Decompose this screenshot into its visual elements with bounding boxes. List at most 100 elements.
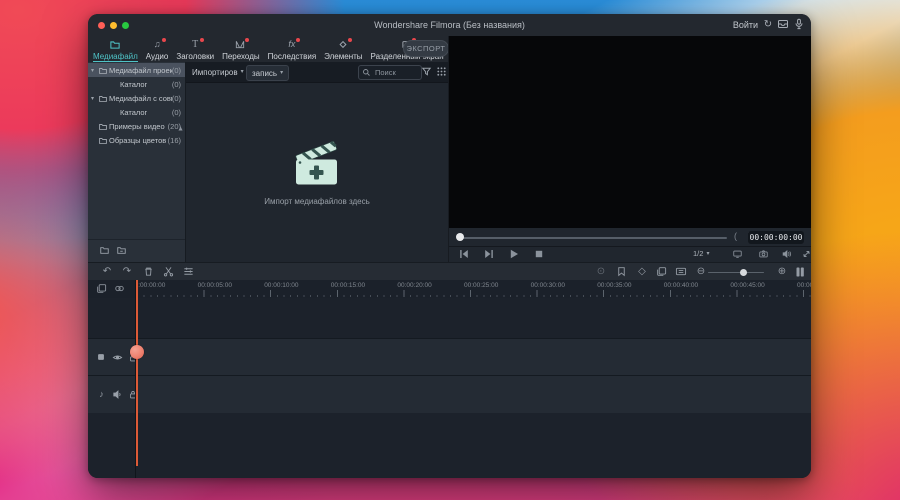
tab-label: Заголовки [176,52,215,61]
import-label: Импортиров [192,67,238,77]
export-button[interactable]: ЭКСПОРТ [403,40,449,57]
video-track-icon [96,352,107,363]
playhead[interactable] [136,280,138,466]
link-icon[interactable] [114,283,125,294]
tab-label: Медиафайл [93,52,138,61]
sidebar-collapse-icon[interactable]: ◂ [177,126,186,130]
sidebar-footer [88,239,185,262]
sidebar-item-label: Медиафайл с совме... [109,93,172,103]
grid-view-icon[interactable] [436,66,448,78]
media-panel: Импортиров ▾ запись ▾ Поиск Импорт медиа… [186,62,448,262]
add-folder-icon[interactable] [99,245,110,255]
mark-in-icon[interactable]: ( [734,231,737,241]
ruler-timestamp: 00:00 [797,282,811,289]
notification-badge [245,38,250,42]
record-dropdown[interactable]: запись ▾ [246,65,290,81]
sidebar-item[interactable]: Каталог (0) [88,105,185,119]
import-dropdown[interactable]: Импортиров ▾ [192,65,244,79]
dual-monitor-icon[interactable] [732,249,743,259]
timeline-ruler[interactable]: 00:00:00:00 00:00:05:00 00:00:10:00 00:00:1… [88,280,811,299]
sync-icon[interactable]: ↻ [761,18,775,32]
video-track[interactable] [88,338,811,377]
folder-icon [98,66,109,75]
audio-track[interactable]: ♪ [88,375,811,414]
tab-titles[interactable]: T Заголовки [176,36,214,61]
timeline-zoom-handle[interactable] [740,268,747,276]
tab-audio[interactable]: ♫ Аудио [146,36,168,61]
sidebar-item[interactable]: Примеры видео (20) [88,119,185,133]
sidebar-item-label: Примеры видео [109,121,165,131]
keyframe-icon[interactable]: ◇ [636,266,648,278]
play-button[interactable] [509,249,520,259]
previous-frame-button[interactable] [459,249,470,259]
tab-label: Последствия [267,52,317,61]
ruler-timestamp: 00:00:25:00 [464,282,499,289]
tab-elements[interactable]: Элементы [324,36,363,61]
track-manager-icon[interactable] [183,266,195,278]
desktop-wallpaper: Wondershare Filmora (Без названия) Войти… [0,0,900,500]
tab-transitions[interactable]: Переходы [222,36,260,61]
zoom-out-icon[interactable]: ⊖ [695,266,707,278]
tab-media[interactable]: Медиафайл [93,36,138,63]
search-input[interactable] [373,67,419,78]
timeline-zoom-slider[interactable] [708,271,764,273]
ruler-timestamp: 00:00:40:00 [663,282,699,289]
import-hint-text: Импорт медиафайлов здесь [264,196,370,206]
filter-icon[interactable] [421,66,433,78]
redo-icon[interactable]: ↷ [121,266,133,278]
sidebar-item[interactable]: ▾ Медиафайл проекта (0) [88,63,185,77]
search-box[interactable] [358,65,422,80]
track-height-icon[interactable] [794,266,806,278]
sidebar-item-label: Образцы цветов [109,135,167,145]
tab-effects[interactable]: fx Последствия [267,36,317,61]
undo-icon[interactable]: ↶ [101,266,113,278]
timeline-empty-lower[interactable] [88,413,811,478]
media-sidebar: ▾ Медиафайл проекта (0) Каталог (0) ▾ Ме… [88,62,186,262]
snapshot-camera-icon[interactable] [758,249,769,259]
expand-arrow-icon[interactable]: ▾ [91,95,98,102]
folder-icon [109,39,122,51]
elements-icon [337,38,352,51]
delete-icon[interactable] [143,266,155,278]
ruler-timestamp: 00:00:15:00 [330,282,366,289]
sidebar-item[interactable]: Образцы цветов (16) [88,133,185,147]
split-scissors-icon[interactable] [163,266,175,278]
stop-button[interactable] [534,249,545,259]
voiceover-record-icon[interactable]: ⊙ [595,266,607,278]
delete-folder-icon[interactable] [116,245,127,255]
sidebar-item-label: Медиафайл проекта [109,65,172,75]
login-button[interactable]: Войти [733,20,758,30]
expand-arrow-icon[interactable]: ▾ [91,67,98,74]
notification-badge [347,38,352,42]
volume-icon[interactable] [781,249,792,259]
seek-bar[interactable] [459,236,727,239]
zoom-in-icon[interactable]: ⊕ [776,266,788,278]
tray-icon[interactable] [777,18,791,32]
ruler-timestamp: 00:00:20:00 [397,282,432,289]
tab-label: Элементы [324,52,363,61]
marker-icon[interactable] [616,266,628,278]
fullscreen-icon[interactable] [801,249,811,259]
text-title-icon: T [189,38,204,51]
render-preview-icon[interactable] [656,266,668,278]
mixer-icon[interactable] [675,266,687,278]
copy-icon[interactable] [96,283,107,294]
timeline-empty-upper[interactable] [88,298,811,338]
microphone-icon[interactable] [793,18,807,32]
sidebar-item[interactable]: Каталог (0) [88,77,185,91]
preview-panel: ( ) 00:00:00:00 1/2 ▾ [448,36,811,262]
preview-zoom-select[interactable]: 1/2 ▾ [693,249,709,258]
ruler-ticks [135,290,811,297]
notification-badge [161,38,166,42]
seek-handle[interactable] [456,233,464,241]
mute-speaker-icon[interactable] [112,389,123,400]
zoom-level-value: 1/2 [693,249,704,258]
media-panel-header: Импортиров ▾ запись ▾ [186,62,448,83]
chevron-down-icon: ▾ [240,69,244,75]
sidebar-item[interactable]: ▾ Медиафайл с совме... (0) [88,91,185,105]
eye-visibility-icon[interactable] [112,352,123,363]
next-frame-button[interactable] [484,249,495,259]
import-media-dropzone[interactable]: Импорт медиафайлов здесь [186,82,448,262]
playhead-badge[interactable] [130,345,144,359]
transport-row: 1/2 ▾ [449,246,811,262]
